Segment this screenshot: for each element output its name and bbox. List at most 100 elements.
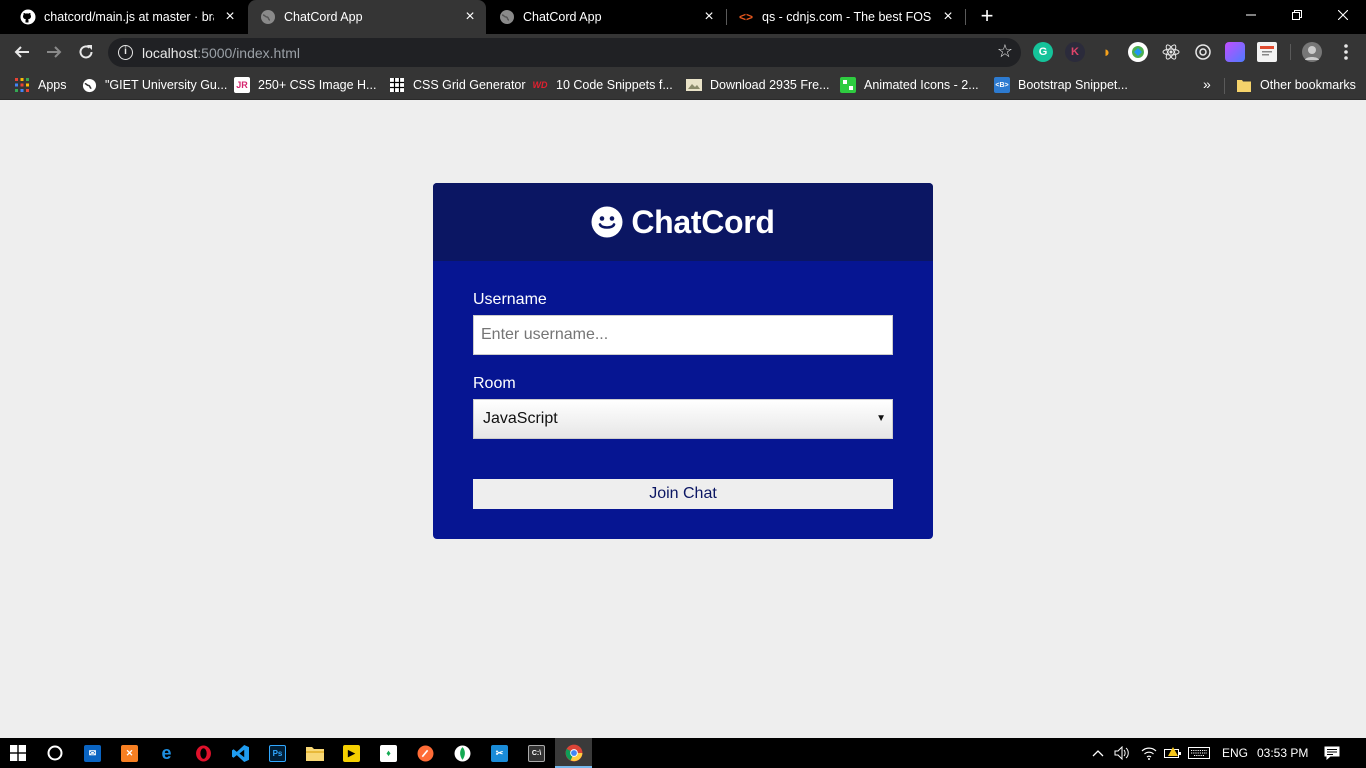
cortana-circle-icon	[47, 745, 62, 761]
url-text[interactable]: localhost:5000/index.html	[142, 45, 300, 61]
close-window-button[interactable]	[1320, 0, 1366, 30]
taskbar-postman[interactable]	[407, 738, 444, 768]
wifi-icon	[1141, 747, 1157, 760]
bookmark-label: Animated Icons - 2...	[864, 78, 979, 92]
tab-title: qs - cdnjs.com - The best FOSS C	[762, 10, 932, 24]
grammarly-extension-icon[interactable]: G	[1033, 42, 1053, 62]
other-bookmarks-folder[interactable]: Other bookmarks	[1236, 76, 1356, 94]
restore-icon	[1292, 10, 1302, 20]
taskbar-xampp[interactable]: ✕	[111, 738, 148, 768]
leaf-icon: ♦	[380, 744, 397, 762]
join-chat-button[interactable]: Join Chat	[473, 479, 893, 509]
show-hidden-icons-chevron[interactable]	[1092, 738, 1104, 768]
new-tab-button[interactable]: +	[975, 5, 999, 29]
tab-title: ChatCord App	[284, 10, 363, 24]
back-button[interactable]	[10, 40, 34, 64]
taskbar-mongodb-compass[interactable]: ♦	[370, 738, 407, 768]
edge-icon: e	[161, 742, 172, 763]
url-path: :5000/index.html	[197, 45, 300, 61]
restore-window-button[interactable]	[1274, 0, 1320, 30]
react-devtools-icon[interactable]	[1161, 42, 1181, 62]
speaker-icon	[1114, 746, 1129, 760]
battery-warning-icon	[1164, 747, 1181, 758]
windows-start-button[interactable]	[0, 738, 36, 768]
k-extension-icon[interactable]: K	[1065, 42, 1085, 62]
room-select[interactable]: JavaScript ▼	[473, 399, 893, 439]
color-picker-extension-icon[interactable]	[1225, 42, 1245, 62]
bookmark-css-image-hover[interactable]: JR 250+ CSS Image H...	[234, 76, 376, 94]
notes-extension-icon[interactable]	[1257, 42, 1277, 62]
more-bookmarks-chevron[interactable]: »	[1203, 76, 1211, 92]
taskbar-command-prompt[interactable]: C:\	[518, 738, 555, 768]
moon-extension-icon[interactable]: ◗	[1097, 42, 1117, 62]
taskbar-opera[interactable]	[185, 738, 222, 768]
app-logo-title: ChatCord	[631, 203, 775, 240]
close-tab-icon[interactable]: ×	[940, 9, 956, 25]
bootstrap-icon: <B>	[994, 77, 1010, 93]
github-icon	[20, 9, 36, 25]
taskbar-snipping-tool[interactable]: ✂	[481, 738, 518, 768]
bookmark-star-icon[interactable]: ☆	[997, 41, 1013, 62]
bookmarks-separator	[1224, 78, 1225, 94]
bookmark-label: Download 2935 Fre...	[710, 78, 830, 92]
target-extension-icon[interactable]	[1193, 42, 1213, 62]
join-form: Username Room JavaScript ▼ Join Chat	[433, 261, 933, 539]
grid-icon	[389, 77, 405, 93]
browser-menu-button[interactable]	[1334, 40, 1358, 64]
tab-chatcord-app[interactable]: ChatCord App ×	[487, 0, 725, 34]
volume-tray-button[interactable]	[1114, 738, 1130, 768]
snip-icon: ✂	[491, 744, 508, 762]
globe-icon	[499, 9, 515, 25]
taskbar-photoshop[interactable]: Ps	[259, 738, 296, 768]
opera-icon	[196, 745, 211, 761]
play-icon: ▶	[343, 744, 360, 762]
bookmark-label: Other bookmarks	[1260, 78, 1356, 92]
minimize-window-button[interactable]	[1228, 0, 1274, 30]
site-info-icon[interactable]: i	[118, 45, 133, 60]
tab-github-mainjs[interactable]: chatcord/main.js at master · brad ×	[8, 0, 246, 34]
folder-icon	[1236, 77, 1252, 93]
close-icon	[1338, 10, 1348, 20]
clock[interactable]: 03:53 PM	[1257, 738, 1308, 768]
forward-button[interactable]	[42, 40, 66, 64]
taskbar-file-explorer[interactable]	[296, 738, 333, 768]
idm-extension-icon[interactable]	[1128, 42, 1148, 62]
bookmark-bootstrap-snippets[interactable]: <B> Bootstrap Snippet...	[994, 76, 1128, 94]
cortana-search-button[interactable]	[36, 738, 73, 768]
bookmark-apps[interactable]: Apps	[14, 76, 67, 94]
taskbar-media-player[interactable]: ▶	[333, 738, 370, 768]
bookmark-download-free[interactable]: Download 2935 Fre...	[686, 76, 830, 94]
close-tab-icon[interactable]: ×	[462, 9, 478, 25]
tab-chatcord-app-active[interactable]: ChatCord App ×	[248, 0, 486, 34]
kebab-menu-icon	[1344, 44, 1348, 60]
bookmark-animated-icons[interactable]: Animated Icons - 2...	[840, 76, 979, 94]
reload-button[interactable]	[74, 40, 98, 64]
join-header: ChatCord	[433, 183, 933, 261]
username-input[interactable]	[473, 315, 893, 355]
profile-avatar[interactable]	[1302, 42, 1322, 62]
taskbar-edge[interactable]: e	[148, 738, 185, 768]
xampp-icon: ✕	[121, 744, 138, 762]
code-brackets-icon: <>	[738, 10, 753, 24]
address-bar[interactable]: i localhost:5000/index.html ☆	[108, 38, 1021, 67]
battery-tray-button[interactable]	[1164, 738, 1182, 768]
postman-icon	[417, 745, 434, 761]
bookmark-label: 10 Code Snippets f...	[556, 78, 673, 92]
action-center-button[interactable]	[1324, 738, 1340, 768]
touch-keyboard-button[interactable]	[1188, 738, 1210, 768]
terminal-icon: C:\	[528, 744, 545, 762]
taskbar-mongodb[interactable]	[444, 738, 481, 768]
tab-cdnjs[interactable]: <> qs - cdnjs.com - The best FOSS C ×	[726, 0, 964, 34]
wifi-tray-button[interactable]	[1141, 738, 1157, 768]
input-language-indicator[interactable]: ENG	[1222, 738, 1248, 768]
taskbar-vscode[interactable]	[222, 738, 259, 768]
bookmark-css-grid-generator[interactable]: CSS Grid Generator	[389, 76, 526, 94]
bookmark-code-snippets[interactable]: WD 10 Code Snippets f...	[532, 76, 673, 94]
close-tab-icon[interactable]: ×	[222, 9, 238, 25]
bookmark-giet-university[interactable]: "GIET University Gu...	[81, 76, 227, 94]
taskbar-mail[interactable]: ✉	[74, 738, 111, 768]
photoshop-icon: Ps	[269, 744, 286, 762]
close-tab-icon[interactable]: ×	[701, 9, 717, 25]
taskbar-chrome[interactable]	[555, 738, 592, 768]
username-group: Username	[473, 291, 893, 355]
